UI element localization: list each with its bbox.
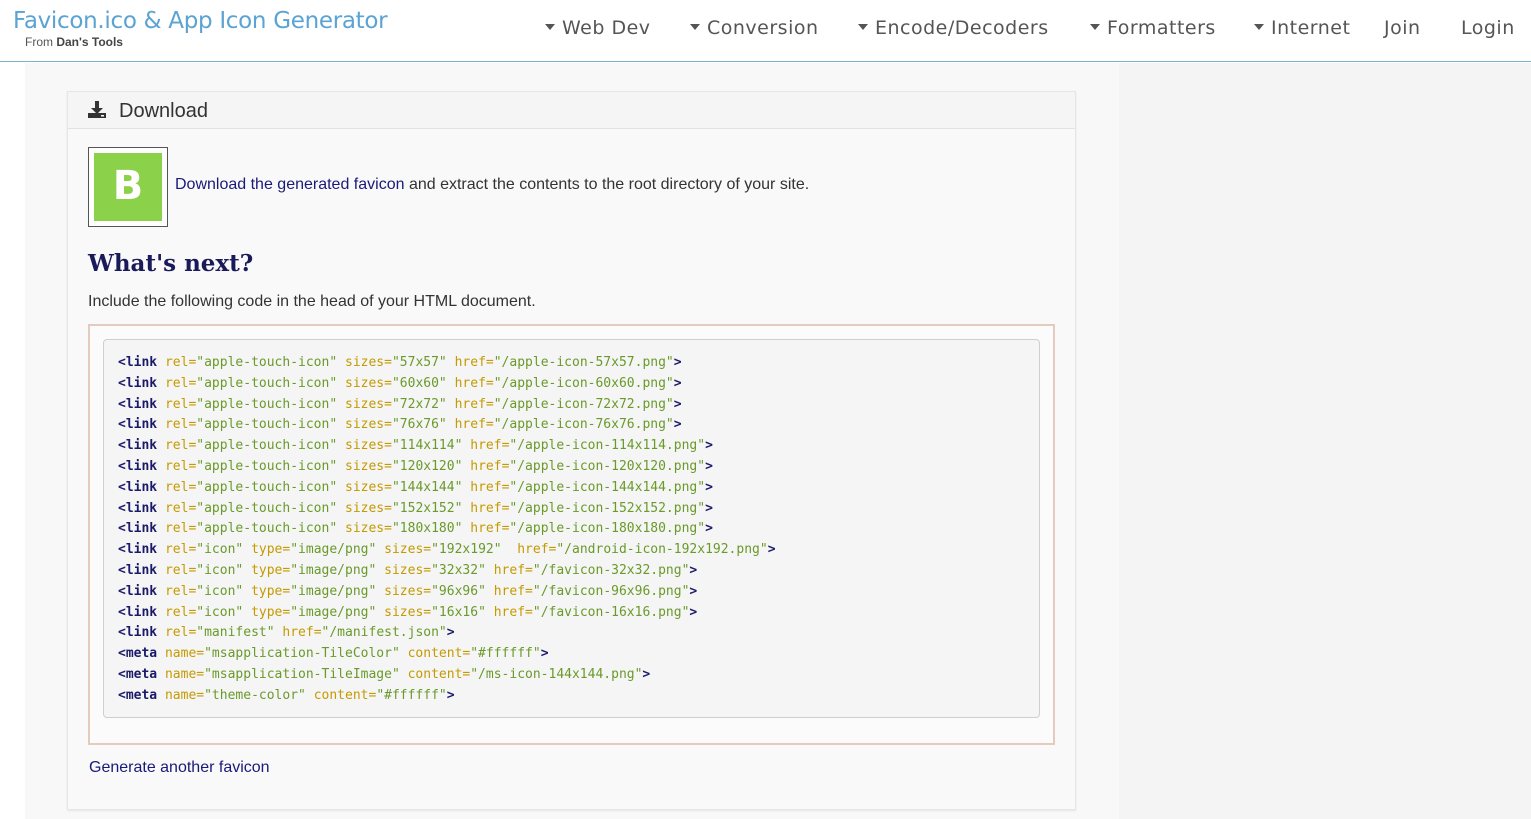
nav-encode-decoders[interactable]: Encode/Decoders (858, 17, 1049, 39)
code-line: <link rel="manifest" href="/manifest.jso… (118, 625, 455, 641)
nav-join[interactable]: Join (1384, 17, 1421, 39)
code-line: <link rel="apple-touch-icon" sizes="152x… (118, 500, 713, 516)
caret-down-icon (1254, 23, 1264, 30)
right-sidebar (1119, 63, 1531, 819)
nav-login[interactable]: Login (1461, 17, 1515, 39)
caret-down-icon (690, 23, 700, 30)
code-line: <link rel="icon" type="image/png" sizes=… (118, 542, 776, 558)
favicon-image: B (94, 153, 162, 221)
whats-next-intro: Include the following code in the head o… (88, 293, 536, 310)
code-line: <meta name="msapplication-TileImage" con… (118, 666, 651, 682)
code-line: <link rel="apple-touch-icon" sizes="72x7… (118, 396, 682, 412)
main-nav: Web Dev Conversion Encode/Decoders Forma… (0, 17, 1531, 43)
code-line: <link rel="apple-touch-icon" sizes="180x… (118, 521, 713, 537)
caret-down-icon (545, 23, 555, 30)
code-lines: <link rel="apple-touch-icon" sizes="57x5… (118, 353, 776, 707)
whats-next-heading: What's next? (88, 250, 254, 277)
generate-another-link[interactable]: Generate another favicon (89, 759, 270, 777)
code-line: <link rel="apple-touch-icon" sizes="120x… (118, 458, 713, 474)
page-gutter (0, 63, 25, 819)
panel-heading: Download (68, 92, 1075, 129)
nav-formatters[interactable]: Formatters (1090, 17, 1216, 39)
caret-down-icon (858, 23, 868, 30)
code-line: <link rel="icon" type="image/png" sizes=… (118, 583, 698, 599)
nav-web-dev[interactable]: Web Dev (545, 17, 651, 39)
top-navbar: Favicon.ico & App Icon Generator From Da… (0, 0, 1531, 62)
download-icon (88, 101, 106, 118)
code-container: <link rel="apple-touch-icon" sizes="57x5… (88, 324, 1055, 745)
code-block[interactable]: <link rel="apple-touch-icon" sizes="57x5… (103, 339, 1040, 718)
nav-internet[interactable]: Internet (1254, 17, 1350, 39)
favicon-letter: B (112, 163, 144, 209)
favicon-preview: B (88, 147, 168, 227)
code-line: <link rel="apple-touch-icon" sizes="114x… (118, 438, 713, 454)
caret-down-icon (1090, 23, 1100, 30)
code-line: <link rel="icon" type="image/png" sizes=… (118, 604, 698, 620)
download-instruction: Download the generated favicon and extra… (175, 176, 809, 194)
download-favicon-link[interactable]: Download the generated favicon (175, 176, 405, 193)
code-line: <meta name="msapplication-TileColor" con… (118, 646, 549, 662)
code-line: <link rel="apple-touch-icon" sizes="60x6… (118, 375, 682, 391)
panel-title: Download (119, 100, 208, 122)
download-instruction-text: and extract the contents to the root dir… (404, 176, 810, 193)
code-line: <link rel="icon" type="image/png" sizes=… (118, 562, 698, 578)
code-line: <link rel="apple-touch-icon" sizes="57x5… (118, 355, 682, 370)
code-line: <link rel="apple-touch-icon" sizes="76x7… (118, 417, 682, 433)
code-line: <link rel="apple-touch-icon" sizes="144x… (118, 479, 713, 495)
code-line: <meta name="theme-color" content="#fffff… (118, 687, 455, 703)
nav-conversion[interactable]: Conversion (690, 17, 819, 39)
